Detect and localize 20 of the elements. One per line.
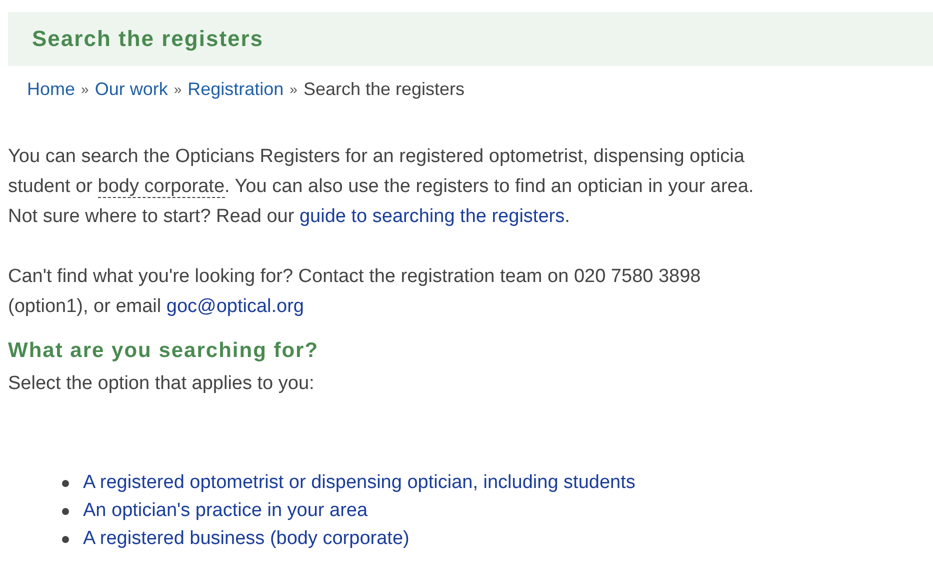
- breadcrumb-separator: »: [81, 81, 89, 97]
- breadcrumb-link[interactable]: Registration: [188, 78, 284, 100]
- contact-paragraph: Can't find what you're looking for? Contact the registration team on 020 7580 3898 (option1), or email goc@optical.org: [8, 265, 702, 319]
- bullet-icon: [62, 508, 69, 514]
- option-link[interactable]: A registered optometrist or dispensing optician, including students: [83, 469, 636, 497]
- intro-paragraph: You can search the Opticians Registers for an registered optometrist, dispensing opticia student or body corporate. You can also use the registers to find an optician in your area. Not sure where to start? Read our guide to searching the registers.: [8, 145, 755, 229]
- breadcrumb-link[interactable]: Our work: [94, 78, 168, 100]
- page-title: Search the registers: [32, 26, 264, 52]
- instruction-text: Select the option that applies to you:: [8, 372, 316, 396]
- breadcrumb-link[interactable]: Home: [27, 78, 76, 100]
- email-link[interactable]: goc@optical.org: [166, 296, 304, 317]
- text-link[interactable]: guide to searching the registers: [299, 206, 565, 227]
- section-heading: What are you searching for?: [8, 339, 320, 363]
- option-link[interactable]: A registered business (body corporate): [83, 525, 410, 553]
- breadcrumb-separator: »: [174, 81, 182, 97]
- option-link[interactable]: An optician's practice in your area: [83, 497, 368, 525]
- bullet-icon: [62, 536, 69, 542]
- bullet-icon: [62, 480, 69, 486]
- breadcrumb-current: Search the registers: [303, 78, 465, 100]
- breadcrumb-separator: »: [290, 81, 298, 97]
